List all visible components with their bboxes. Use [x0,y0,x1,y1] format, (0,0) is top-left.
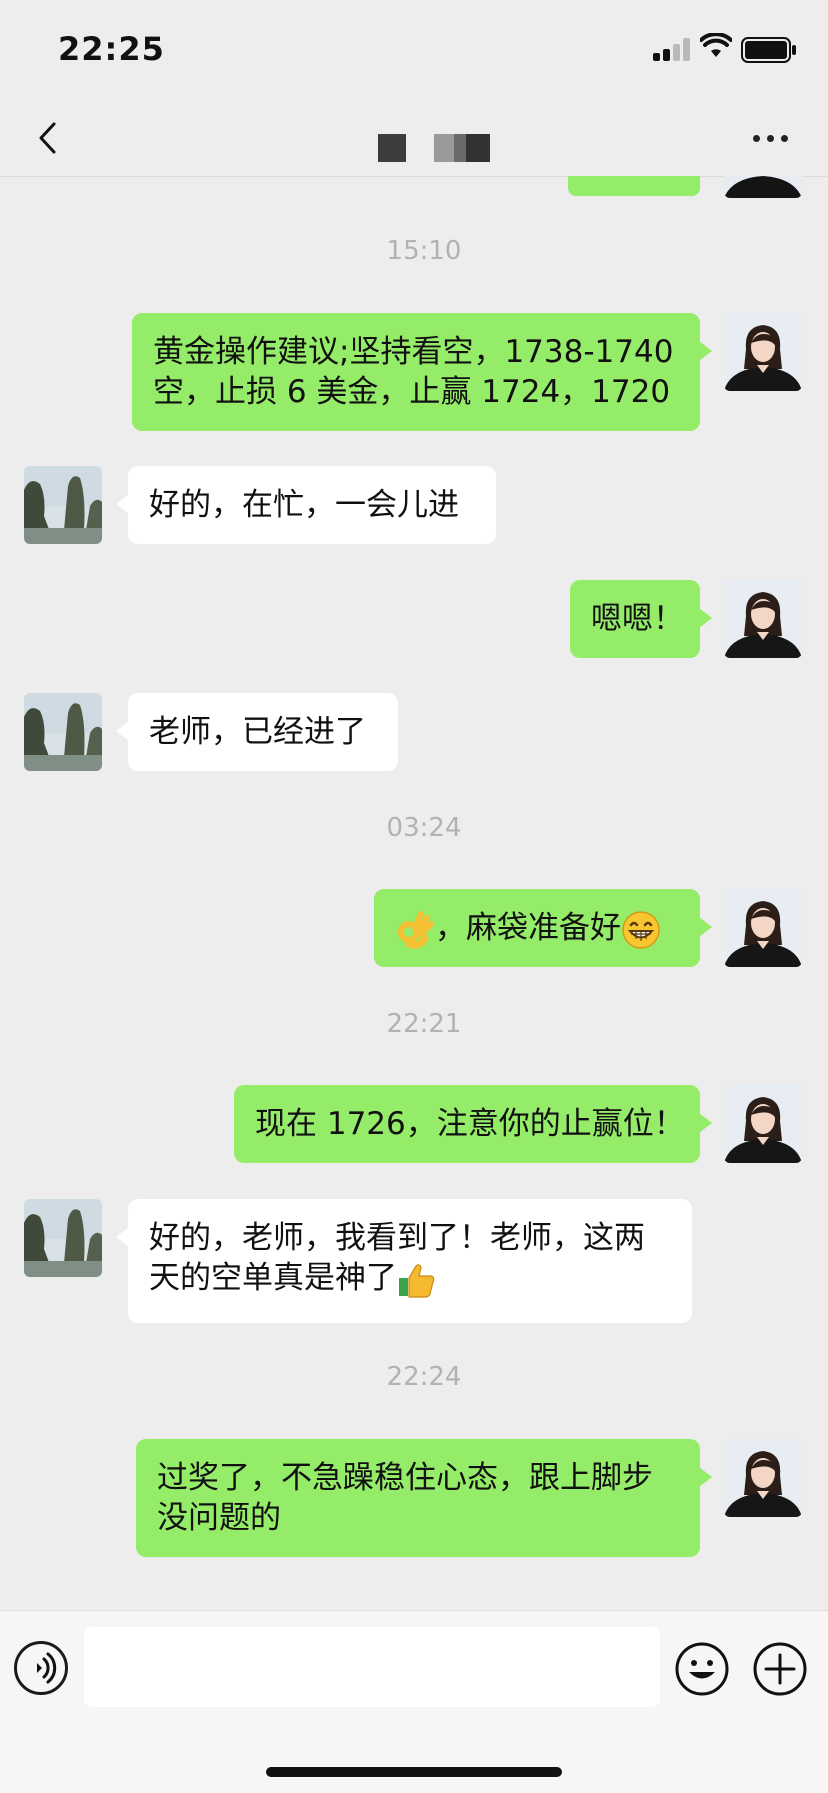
wifi-icon [700,33,732,57]
message-text: 好的，在忙，一会儿进 [149,487,459,523]
timestamp: 15:10 [386,236,462,266]
timestamp: 22:24 [386,1362,462,1392]
ok-hand-emoji-icon [398,910,434,949]
my-avatar[interactable] [724,889,802,967]
sent-message-bubble[interactable]: 现在 1726，注意你的止赢位！ [234,1085,712,1163]
message-text: 好的，老师，我看到了！老师，这两 [149,1220,645,1256]
voice-icon [37,1652,57,1684]
more-functions-button[interactable] [752,1641,808,1697]
message-text: 嗯嗯！ [591,601,684,637]
voice-input-button[interactable] [14,1641,68,1695]
thumbs-up-emoji-icon [399,1263,435,1298]
received-message-bubble[interactable]: 老师，已经进了 [116,693,398,771]
cellular-signal-icon [653,37,693,61]
timestamp: 03:24 [386,813,462,843]
my-avatar[interactable] [724,1085,802,1163]
back-arrow-icon[interactable] [30,118,70,158]
message-text: 现在 1726，注意你的止赢位！ [255,1106,685,1142]
home-indicator [266,1767,562,1777]
previous-message-bubble [568,176,700,196]
message-text: 天的空单真是神了 [149,1260,397,1296]
my-avatar[interactable] [724,580,802,658]
input-bar [0,1610,828,1793]
chat-title [378,134,490,164]
status-bar: 22:25 [0,0,828,100]
more-options-button[interactable] [746,122,794,154]
battery-icon [741,37,796,63]
timestamp: 22:21 [386,1009,462,1039]
my-avatar[interactable] [724,1439,802,1517]
sent-message-bubble[interactable]: ，麻袋准备好 [374,889,712,967]
received-message-bubble[interactable]: 好的，老师，我看到了！老师，这两 天的空单真是神了 [116,1199,692,1323]
contact-avatar[interactable] [24,1199,102,1277]
message-text: 过奖了，不急躁稳住心态，跟上脚步 [157,1460,653,1496]
received-message-bubble[interactable]: 好的，在忙，一会儿进 [116,466,496,544]
previous-message-avatar [724,176,802,198]
sent-message-bubble[interactable]: 黄金操作建议;坚持看空，1738-1740 空，止损 6 美金，止赢 1724，1… [132,313,712,431]
message-text: 没问题的 [157,1500,281,1536]
nav-bar [0,100,828,177]
grin-emoji-icon [622,910,660,949]
message-text: 黄金操作建议;坚持看空，1738-1740 [153,334,674,370]
message-text: 空，止损 6 美金，止赢 1724，1720 [153,374,671,410]
my-avatar[interactable] [724,313,802,391]
emoji-button[interactable] [674,1641,730,1697]
contact-avatar[interactable] [24,466,102,544]
sent-message-bubble[interactable]: 过奖了，不急躁稳住心态，跟上脚步 没问题的 [136,1439,712,1557]
message-input[interactable] [84,1627,660,1707]
contact-avatar[interactable] [24,693,102,771]
sent-message-bubble[interactable]: 嗯嗯！ [570,580,712,658]
status-time: 22:25 [58,30,165,68]
message-text: 老师，已经进了 [149,714,366,750]
message-text: ，麻袋准备好 [435,910,621,946]
